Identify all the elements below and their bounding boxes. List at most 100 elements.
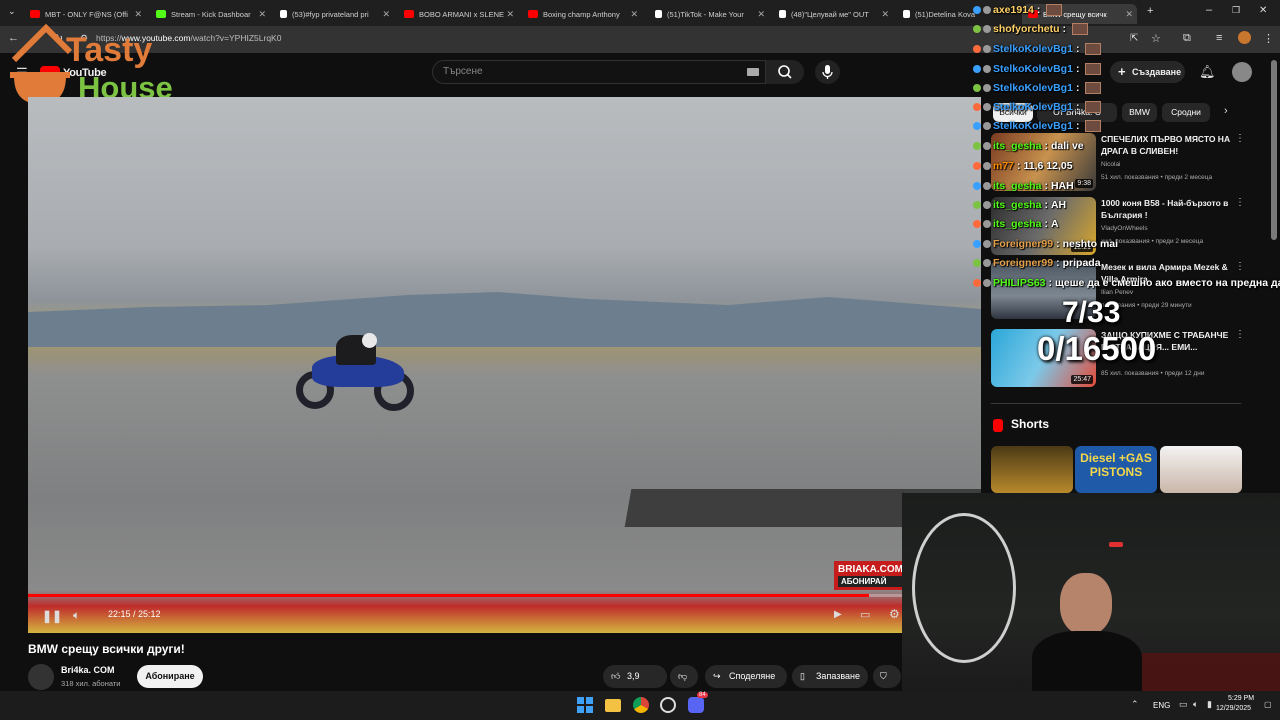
browser-tab[interactable]: (51)TikTok - Make Your ✕ (655, 4, 765, 24)
tab-label: Boxing champ Anthony (543, 9, 620, 19)
pause-icon[interactable]: ❚❚ (42, 609, 62, 623)
obs-icon[interactable] (660, 697, 676, 713)
volume-tray-icon[interactable]: 🔈︎ (1193, 699, 1198, 710)
captions-icon[interactable]: ▭ (860, 608, 870, 621)
save-label: Запазване (816, 671, 861, 681)
recommendation-channel[interactable]: Ilian Penev (1101, 289, 1133, 296)
browser-tab-active[interactable]: BMW срещу всичк ✕ (1022, 4, 1137, 24)
volume-icon[interactable]: 🔈︎ (73, 608, 80, 623)
chip-all[interactable]: Всички (993, 103, 1033, 122)
battery-icon[interactable]: ▮ (1207, 699, 1212, 710)
search-icon (778, 65, 792, 79)
bookmark-star-icon[interactable]: ☆ (1151, 32, 1161, 45)
thanks-icon: ⛉ (880, 671, 887, 681)
tab-label: (51)Detelina Kova (915, 9, 976, 19)
close-tab-icon[interactable]: ✕ (881, 9, 889, 20)
more-actions-icon[interactable]: ⋮ (1235, 329, 1245, 340)
new-tab-icon[interactable]: + (1147, 5, 1153, 17)
search-button[interactable] (766, 60, 804, 84)
browser-tab[interactable]: (51)Detelina Kova (903, 4, 981, 24)
more-actions-icon[interactable]: ⋮ (1235, 197, 1245, 208)
browser-menu-icon[interactable]: ⋮ (1263, 32, 1274, 45)
short-caption: Diesel +GAS PISTONS (1080, 451, 1152, 479)
share-button[interactable]: ↪ Споделяне (705, 665, 787, 688)
tab-label: (51)TikTok - Make Your (667, 9, 744, 19)
recommendation-thumbnail[interactable]: 12:21 (991, 197, 1096, 255)
install-app-icon[interactable]: ⇱ (1130, 33, 1138, 44)
close-window-icon[interactable]: ✕ (1259, 5, 1267, 16)
media-control-icon[interactable]: ≡ (1216, 32, 1222, 44)
scrollbar[interactable] (1271, 60, 1277, 240)
subscribe-button[interactable]: Абониране (137, 665, 203, 688)
recommendation-channel[interactable]: Nicolai (1101, 161, 1121, 168)
more-actions-icon[interactable]: ⋮ (1235, 261, 1245, 272)
sub-goal-counter: 0/16500 (1037, 330, 1157, 367)
video-player[interactable]: BRIAKA.COM АБОНИРАЙ (28, 97, 981, 633)
recommendation-title[interactable]: СПЕЧЕЛИХ ПЪРВО МЯСТО НА ДРАГА В СЛИВЕН! (1101, 133, 1231, 157)
close-tab-icon[interactable]: ✕ (1125, 9, 1133, 20)
shorts-heading: Shorts (1011, 417, 1050, 431)
channel-avatar[interactable] (28, 664, 54, 690)
browser-tab[interactable]: (48)"Целувай ме" OUT ✕ (779, 4, 889, 24)
recommendation-meta: 85 хил. показвания • преди 12 дни (1101, 370, 1205, 377)
video-progress-bar[interactable] (28, 594, 981, 597)
youtube-icon (1028, 10, 1038, 18)
short-item[interactable]: Diesel +GAS PISTONS (1075, 446, 1157, 493)
chat-badge-icon (983, 122, 991, 130)
browser-tab[interactable]: (53)#fyp privateland pri ✕ (280, 4, 390, 24)
language-indicator[interactable]: ENG (1153, 701, 1170, 710)
chip-related[interactable]: Сродни (1162, 103, 1210, 122)
channel-name[interactable]: Bri4ka. COM (61, 665, 115, 675)
like-button[interactable]: 👍︎3,9 хил. (603, 665, 667, 704)
notifications-bell-icon[interactable]: 🔔︎ (1199, 64, 1216, 80)
show-hidden-icons[interactable]: ⌃ (1131, 699, 1139, 710)
create-button[interactable]: + Създаване (1110, 61, 1185, 83)
search-placeholder: Търсене (443, 66, 483, 77)
close-tab-icon[interactable]: ✕ (506, 9, 514, 20)
recommendation-item[interactable]: 9:38 СПЕЧЕЛИХ ПЪРВО МЯСТО НА ДРАГА В СЛИ… (991, 133, 1245, 193)
save-button[interactable]: ▯ Запазване (792, 665, 868, 688)
close-tab-icon[interactable]: ✕ (258, 9, 266, 20)
voice-search-button[interactable] (815, 60, 840, 84)
video-duration: 12:21 (1071, 243, 1093, 252)
close-tab-icon[interactable]: ✕ (630, 9, 638, 20)
recommendation-title[interactable]: Мезек и вила Армира Mezek & Villa Armira (1101, 261, 1231, 285)
more-actions-icon[interactable]: ⋮ (1235, 133, 1245, 144)
chip-bmw[interactable]: BMW (1122, 103, 1157, 122)
network-icon[interactable]: ▭ (1179, 699, 1188, 710)
file-explorer-icon[interactable] (605, 699, 621, 712)
discord-icon[interactable]: 84 (688, 692, 708, 713)
clock-date[interactable]: 12/29/2025 (1216, 705, 1251, 712)
recommendation-title[interactable]: 1000 коня B58 - Най-бързото в България ! (1101, 197, 1231, 221)
recommendation-item[interactable]: 12:21 1000 коня B58 - Най-бързото в Бълг… (991, 197, 1245, 257)
extensions-icon[interactable]: ⧉ (1183, 32, 1191, 45)
recommendation-channel[interactable]: VladyOnWheels (1101, 225, 1148, 232)
settings-gear-icon[interactable]: ⚙ (889, 607, 900, 621)
account-avatar[interactable] (1232, 62, 1252, 82)
minimize-icon[interactable]: – (1206, 4, 1212, 16)
maximize-icon[interactable]: ❐ (1232, 5, 1240, 16)
recommendation-thumbnail[interactable]: 9:38 (991, 133, 1096, 191)
short-item[interactable] (1160, 446, 1242, 493)
chevron-right-icon[interactable]: › (1224, 105, 1228, 117)
thanks-button[interactable]: ⛉ (873, 665, 901, 688)
chrome-icon[interactable] (633, 697, 649, 713)
short-item[interactable] (991, 446, 1073, 493)
profile-icon[interactable] (1238, 31, 1251, 44)
notification-center-icon[interactable]: ▢ (1264, 700, 1272, 709)
tasty-house-logo: Tasty House (10, 23, 173, 105)
autoplay-toggle-icon[interactable]: ▶ (834, 609, 842, 620)
keyboard-icon[interactable] (747, 68, 759, 76)
bookmark-icon: ▯ (800, 671, 805, 681)
search-input[interactable]: Търсене (432, 60, 766, 84)
chip-from-channel[interactable]: От Bri4ka. C (1037, 103, 1117, 122)
recommendation-meta: 51 хил. показвания • преди 2 месеца (1101, 174, 1213, 181)
youtube-icon (404, 10, 414, 18)
browser-tab[interactable]: BOBO ARMANI x SLENE ✕ (404, 4, 514, 24)
clock-time[interactable]: 5:29 PM (1228, 695, 1254, 702)
close-tab-icon[interactable]: ✕ (757, 9, 765, 20)
windows-start-icon[interactable] (577, 697, 593, 713)
browser-tab[interactable]: Boxing champ Anthony ✕ (528, 4, 638, 24)
close-tab-icon[interactable]: ✕ (382, 9, 390, 20)
dislike-button[interactable]: 👎︎ (670, 665, 698, 688)
